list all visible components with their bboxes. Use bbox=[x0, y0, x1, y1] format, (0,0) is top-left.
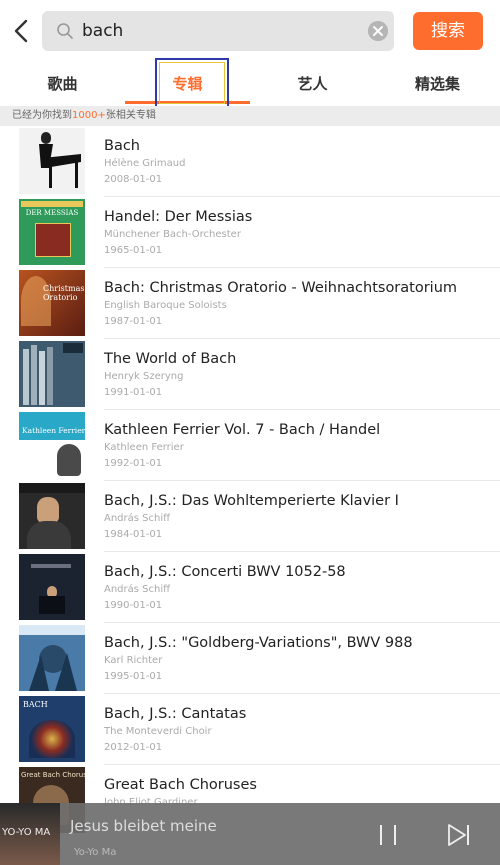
album-cover bbox=[19, 554, 85, 620]
pause-icon[interactable] bbox=[376, 823, 400, 847]
album-cover: Kathleen Ferrier bbox=[19, 412, 85, 478]
album-artist: Henryk Szeryng bbox=[104, 371, 184, 382]
search-icon bbox=[57, 23, 73, 39]
results-count-bar: 已经为你找到1000+张相关专辑 bbox=[0, 106, 500, 126]
album-cover: Christmas Oratorio bbox=[19, 270, 85, 336]
album-artist: Karl Richter bbox=[104, 655, 163, 666]
album-date: 1991-01-01 bbox=[104, 387, 163, 398]
category-tabs: 歌曲 专辑 艺人 精选集 bbox=[0, 62, 500, 107]
cover-text: DER MESSIAS bbox=[25, 209, 79, 217]
search-button[interactable]: 搜索 bbox=[413, 12, 483, 50]
album-row[interactable]: Bach Hélène Grimaud 2008-01-01 bbox=[0, 126, 500, 197]
album-title: Bach bbox=[104, 138, 140, 154]
album-title: Bach, J.S.: Concerti BWV 1052-58 bbox=[104, 564, 346, 580]
album-artist: Kathleen Ferrier bbox=[104, 442, 184, 453]
tab-playlists[interactable]: 精选集 bbox=[375, 62, 500, 106]
back-arrow-icon[interactable] bbox=[10, 18, 34, 44]
album-cover bbox=[19, 128, 85, 194]
cover-text: BACH bbox=[23, 700, 48, 709]
now-playing-cover: YO-YO MA bbox=[0, 803, 60, 865]
album-title: Bach, J.S.: "Goldberg-Variations", BWV 9… bbox=[104, 635, 413, 651]
album-cover: BACH bbox=[19, 696, 85, 762]
album-row[interactable]: Bach, J.S.: Das Wohltemperierte Klavier … bbox=[0, 481, 500, 552]
album-title: Great Bach Choruses bbox=[104, 777, 257, 793]
album-row[interactable]: BACH Bach, J.S.: Cantatas The Monteverdi… bbox=[0, 694, 500, 765]
results-count: 1000+ bbox=[72, 110, 106, 121]
top-bar: 搜索 bbox=[0, 0, 500, 62]
album-artist: The Monteverdi Choir bbox=[104, 726, 212, 737]
album-artist: Hélène Grimaud bbox=[104, 158, 186, 169]
album-cover: DER MESSIAS bbox=[19, 199, 85, 265]
album-date: 1984-01-01 bbox=[104, 529, 163, 540]
cover-text: Kathleen Ferrier bbox=[22, 426, 85, 435]
album-title: The World of Bach bbox=[104, 351, 237, 367]
clear-input-icon[interactable] bbox=[368, 21, 388, 41]
album-row[interactable]: Bach, J.S.: "Goldberg-Variations", BWV 9… bbox=[0, 623, 500, 694]
album-date: 1995-01-01 bbox=[104, 671, 163, 682]
cover-text: YO-YO MA bbox=[2, 827, 51, 838]
album-artist: English Baroque Soloists bbox=[104, 300, 227, 311]
album-artist: András Schiff bbox=[104, 513, 171, 524]
results-suffix: 张相关专辑 bbox=[105, 110, 156, 121]
tab-focus-outline bbox=[155, 58, 229, 108]
album-row[interactable]: DER MESSIAS Handel: Der Messias Münchene… bbox=[0, 197, 500, 268]
mini-player[interactable]: YO-YO MA Jesus bleibet meine Yo-Yo Ma bbox=[0, 803, 500, 865]
album-title: Bach, J.S.: Cantatas bbox=[104, 706, 247, 722]
album-row[interactable]: Kathleen Ferrier Kathleen Ferrier Vol. 7… bbox=[0, 410, 500, 481]
album-title: Bach: Christmas Oratorio - Weihnachtsora… bbox=[104, 280, 458, 296]
cover-text: Christmas Oratorio bbox=[43, 284, 85, 302]
album-cover bbox=[19, 341, 85, 407]
album-row[interactable]: Bach, J.S.: Concerti BWV 1052-58 András … bbox=[0, 552, 500, 623]
search-input[interactable] bbox=[82, 11, 362, 51]
tab-songs[interactable]: 歌曲 bbox=[0, 62, 125, 106]
album-date: 1990-01-01 bbox=[104, 600, 163, 611]
now-playing-title: Jesus bleibet meine bbox=[70, 817, 217, 835]
album-row[interactable]: Christmas Oratorio Bach: Christmas Orato… bbox=[0, 268, 500, 339]
album-artist: András Schiff bbox=[104, 584, 171, 595]
search-box[interactable] bbox=[42, 11, 394, 51]
album-artist: Münchener Bach-Orchester bbox=[104, 229, 241, 240]
album-date: 1987-01-01 bbox=[104, 316, 163, 327]
album-title: Handel: Der Messias bbox=[104, 209, 253, 225]
album-title: Bach, J.S.: Das Wohltemperierte Klavier … bbox=[104, 493, 399, 509]
album-date: 1992-01-01 bbox=[104, 458, 163, 469]
album-row[interactable]: The World of Bach Henryk Szeryng 1991-01… bbox=[0, 339, 500, 410]
album-cover bbox=[19, 625, 85, 691]
album-title: Kathleen Ferrier Vol. 7 - Bach / Handel bbox=[104, 422, 381, 438]
album-date: 2008-01-01 bbox=[104, 174, 163, 185]
album-date: 2012-01-01 bbox=[104, 742, 163, 753]
cover-text: Great Bach Choruses bbox=[21, 771, 85, 779]
next-track-icon[interactable] bbox=[446, 823, 472, 847]
results-prefix: 已经为你找到 bbox=[12, 110, 72, 121]
tab-artists[interactable]: 艺人 bbox=[250, 62, 375, 106]
album-date: 1965-01-01 bbox=[104, 245, 163, 256]
now-playing-artist: Yo-Yo Ma bbox=[74, 847, 117, 858]
album-cover bbox=[19, 483, 85, 549]
